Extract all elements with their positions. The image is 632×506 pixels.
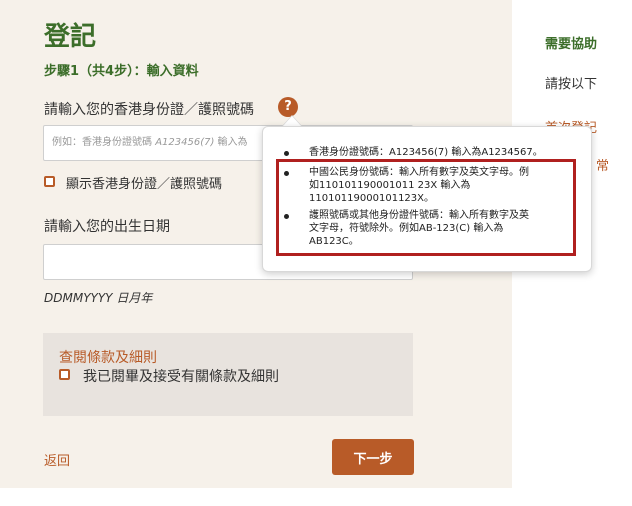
next-button[interactable]: 下一步 — [332, 439, 414, 475]
id-input-placeholder-example: A123456(7) — [155, 137, 215, 148]
highlight-annotation-box — [276, 159, 576, 256]
id-input-placeholder: 例如：香港身份證號碼 — [52, 137, 156, 148]
terms-link[interactable]: 查閱條款及細則 — [59, 347, 157, 367]
dob-format-text: 日月年 — [112, 291, 153, 305]
step-indicator: 步驟1（共4步）：輸入資料 — [44, 64, 199, 79]
id-field-label: 請輸入您的香港身份證／護照號碼 — [44, 102, 254, 118]
dob-format-code: DDMMYYYY — [44, 291, 113, 305]
tooltip-bullet — [284, 151, 289, 156]
help-icon[interactable]: ? — [278, 97, 298, 117]
back-link[interactable]: 返回 — [44, 450, 70, 469]
dob-field-label: 請輸入您的出生日期 — [44, 219, 170, 235]
page-title: 登記 — [44, 22, 97, 52]
tooltip-item-hkid: 香港身份證號碼：A123456(7) 輸入為A1234567。 — [309, 147, 543, 158]
dob-format-hint: DDMMYYYY 日月年 — [44, 289, 152, 306]
agree-terms-label: 我已閱畢及接受有關條款及細則 — [83, 369, 279, 385]
help-link-faq[interactable]: 常 — [596, 155, 609, 174]
agree-terms-checkbox[interactable] — [59, 369, 70, 380]
help-heading: 需要協助 — [545, 37, 598, 52]
show-id-checkbox[interactable] — [44, 176, 55, 187]
show-id-label: 顯示香港身份證／護照號碼 — [66, 177, 223, 192]
terms-section: 查閱條款及細則 我已閱畢及接受有關條款及細則 — [43, 333, 413, 416]
id-input-placeholder-tail: 輸入為 — [214, 137, 248, 148]
help-text: 請按以下 — [545, 77, 598, 92]
